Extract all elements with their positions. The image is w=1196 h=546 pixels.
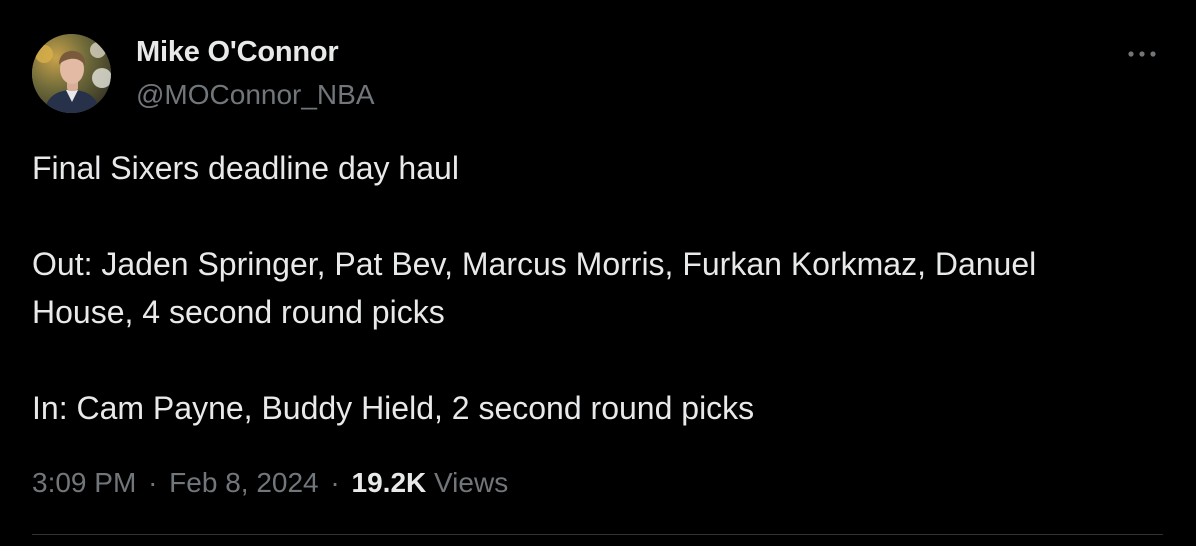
tweet-meta: 3:09 PM · Feb 8, 2024 · 19.2K Views [32, 465, 508, 501]
author-name[interactable]: Mike O'Connor [136, 36, 339, 69]
tweet-paragraph: Out: Jaden Springer, Pat Bev, Marcus Mor… [32, 246, 1037, 330]
divider [32, 534, 1163, 535]
meta-separator: · [330, 467, 340, 498]
views-count[interactable]: 19.2K [352, 467, 427, 498]
avatar[interactable] [32, 34, 111, 113]
meta-separator: · [148, 467, 158, 498]
more-horizontal-icon [1128, 51, 1156, 57]
tweet-date[interactable]: Feb 8, 2024 [169, 467, 318, 498]
views-label: Views [434, 467, 509, 498]
tweet-time[interactable]: 3:09 PM [32, 467, 136, 498]
tweet-paragraph: In: Cam Payne, Buddy Hield, 2 second rou… [32, 390, 755, 426]
avatar-photo-icon [32, 34, 111, 113]
tweet-text: Final Sixers deadline day haul Out: Jade… [32, 144, 1142, 432]
author-handle[interactable]: @MOConnor_NBA [136, 79, 375, 111]
tweet-paragraph: Final Sixers deadline day haul [32, 150, 459, 186]
more-options-button[interactable] [1122, 36, 1162, 72]
tweet-card: Mike O'Connor @MOConnor_NBA Final Sixers… [0, 0, 1196, 546]
